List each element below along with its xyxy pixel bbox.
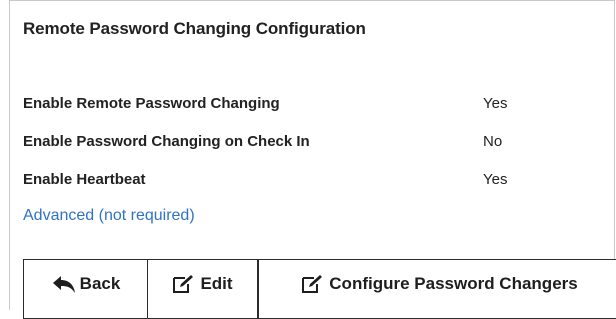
setting-row-heartbeat: Enable Heartbeat Yes <box>23 171 583 193</box>
edit-icon <box>172 274 196 294</box>
setting-value: Yes <box>483 95 508 112</box>
back-button[interactable]: Back <box>23 259 149 319</box>
setting-value: No <box>483 133 503 150</box>
configure-button-label: Configure Password Changers <box>329 274 578 293</box>
back-arrow-icon <box>52 274 76 294</box>
setting-label: Enable Password Changing on Check In <box>23 133 310 150</box>
rpc-config-panel: Remote Password Changing Configuration E… <box>9 0 616 319</box>
advanced-link[interactable]: Advanced (not required) <box>23 207 195 225</box>
edit-icon <box>301 274 325 294</box>
setting-row-remote-password-changing: Enable Remote Password Changing Yes <box>23 95 583 117</box>
setting-label: Enable Remote Password Changing <box>23 95 280 112</box>
setting-row-password-changing-on-check-in: Enable Password Changing on Check In No <box>23 133 583 155</box>
configure-password-changers-button[interactable]: Configure Password Changers <box>258 259 616 319</box>
edit-button-label: Edit <box>200 274 233 293</box>
setting-value: Yes <box>483 171 508 188</box>
setting-label: Enable Heartbeat <box>23 171 146 188</box>
edit-button[interactable]: Edit <box>147 259 258 319</box>
panel-title: Remote Password Changing Configuration <box>23 19 366 38</box>
back-button-label: Back <box>79 274 121 293</box>
